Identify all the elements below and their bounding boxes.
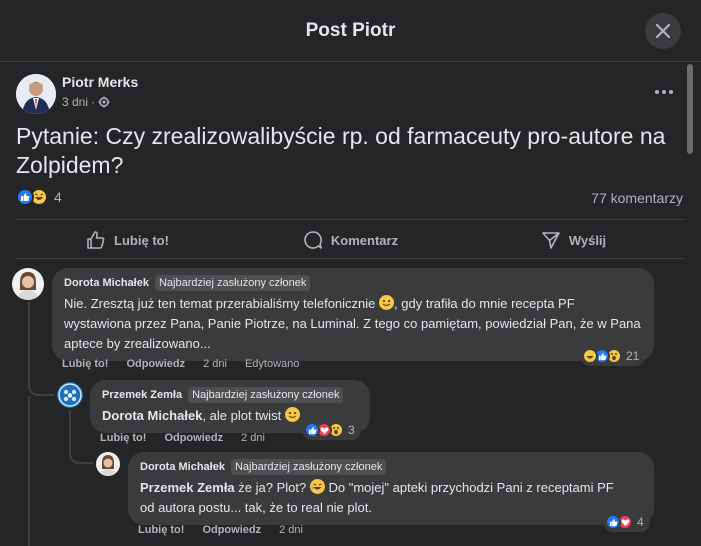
more-horizontal-icon (655, 90, 673, 94)
post-reactions[interactable]: 4 (16, 188, 62, 206)
share-label: Wyślij (568, 232, 607, 248)
post-time[interactable]: 3 dni (62, 95, 88, 109)
comment-author[interactable]: Dorota Michałek (64, 277, 149, 289)
comment-author[interactable]: Dorota Michałek (140, 461, 225, 473)
like-icon (605, 514, 621, 530)
comment-reaction-count: 4 (637, 515, 644, 529)
comment-reactions[interactable]: 4 (603, 512, 650, 532)
comment-like-button[interactable]: Lubię to! (138, 524, 184, 536)
post-text: Pytanie: Czy zrealizowalibyście rp. od f… (16, 123, 666, 178)
member-badge: Najbardziej zasłużony członek (188, 387, 344, 403)
comment-avatar[interactable] (57, 382, 83, 408)
comment-reply-button[interactable]: Odpowiedz (126, 358, 185, 370)
divider (16, 219, 685, 220)
more-options-button[interactable] (650, 80, 678, 104)
close-icon (656, 24, 670, 38)
comment-actions: Lubię to! Odpowiedz 2 dni (100, 432, 265, 444)
like-icon (16, 188, 34, 206)
close-button[interactable] (645, 13, 681, 49)
comment-text: Przemek Zemła że ja? Plot? Do "mojej" ap… (140, 479, 614, 515)
post-reaction-count[interactable]: 4 (54, 189, 62, 205)
share-button[interactable]: Wyślij (462, 222, 685, 258)
comments-count[interactable]: 77 komentarzy (591, 190, 683, 206)
post-meta: 3 dni · (62, 95, 110, 109)
comment-like-button[interactable]: Lubię to! (100, 432, 146, 444)
rofl-emoji-icon (309, 479, 325, 494)
like-icon (304, 422, 320, 438)
like-icon (87, 231, 105, 249)
comment-time[interactable]: 2 dni (203, 358, 227, 370)
member-badge: Najbardziej zasłużony członek (230, 459, 387, 475)
like-label: Lubię to! (114, 232, 169, 248)
comment-time[interactable]: 2 dni (279, 524, 303, 536)
comment-bubble: Dorota Michałek Najbardziej zasłużony cz… (128, 452, 654, 525)
comment-reaction-count: 21 (626, 349, 640, 363)
send-icon (542, 232, 560, 249)
comment-actions: Lubię to! Odpowiedz 2 dni (138, 524, 303, 536)
comment-avatar[interactable] (12, 268, 44, 300)
avatar[interactable] (16, 74, 56, 114)
modal-header: Post Piotr (0, 0, 701, 62)
comment-avatar[interactable] (96, 452, 120, 476)
comment-text: Nie. Zresztą już ten temat przerabialiśm… (64, 295, 641, 351)
comment-time[interactable]: 2 dni (241, 432, 265, 444)
smile-emoji-icon (379, 295, 395, 310)
comment-icon (304, 231, 322, 249)
like-button[interactable]: Lubię to! (16, 222, 239, 258)
mention-link[interactable]: Dorota Michałek (102, 408, 202, 423)
comment-author[interactable]: Przemek Zemła (102, 389, 182, 401)
comment-reply-button[interactable]: Odpowiedz (202, 524, 261, 536)
comment-reactions[interactable]: 3 (302, 420, 361, 440)
comment-reactions[interactable]: 21 (580, 346, 646, 366)
comment-reaction-count: 3 (348, 423, 355, 437)
gear-icon (98, 96, 110, 108)
post-author-name[interactable]: Piotr Merks (62, 74, 138, 90)
thread-connector (69, 440, 93, 464)
post-action-bar: Lubię to! Komentarz Wyślij (16, 222, 685, 258)
haha-icon (582, 348, 598, 364)
comment-bubble: Dorota Michałek Najbardziej zasłużony cz… (52, 268, 654, 361)
thread-connector (28, 370, 54, 396)
member-badge: Najbardziej zasłużony członek (154, 275, 311, 291)
comment-like-button[interactable]: Lubię to! (62, 358, 108, 370)
comment-reply-button[interactable]: Odpowiedz (164, 432, 223, 444)
post-modal: Post Piotr Piotr Merks 3 dni · Pytanie: … (0, 0, 701, 546)
comment-edited: Edytowano (244, 358, 300, 370)
smile-emoji-icon (284, 407, 300, 422)
thread-line (28, 396, 30, 546)
divider (16, 258, 685, 259)
comment-label: Komentarz (330, 232, 399, 248)
mention-link[interactable]: Przemek Zemła (140, 480, 235, 495)
comment-actions: Lubię to! Odpowiedz 2 dni Edytowano (62, 358, 299, 370)
modal-title: Post Piotr (305, 19, 396, 41)
comment-button[interactable]: Komentarz (239, 222, 462, 258)
